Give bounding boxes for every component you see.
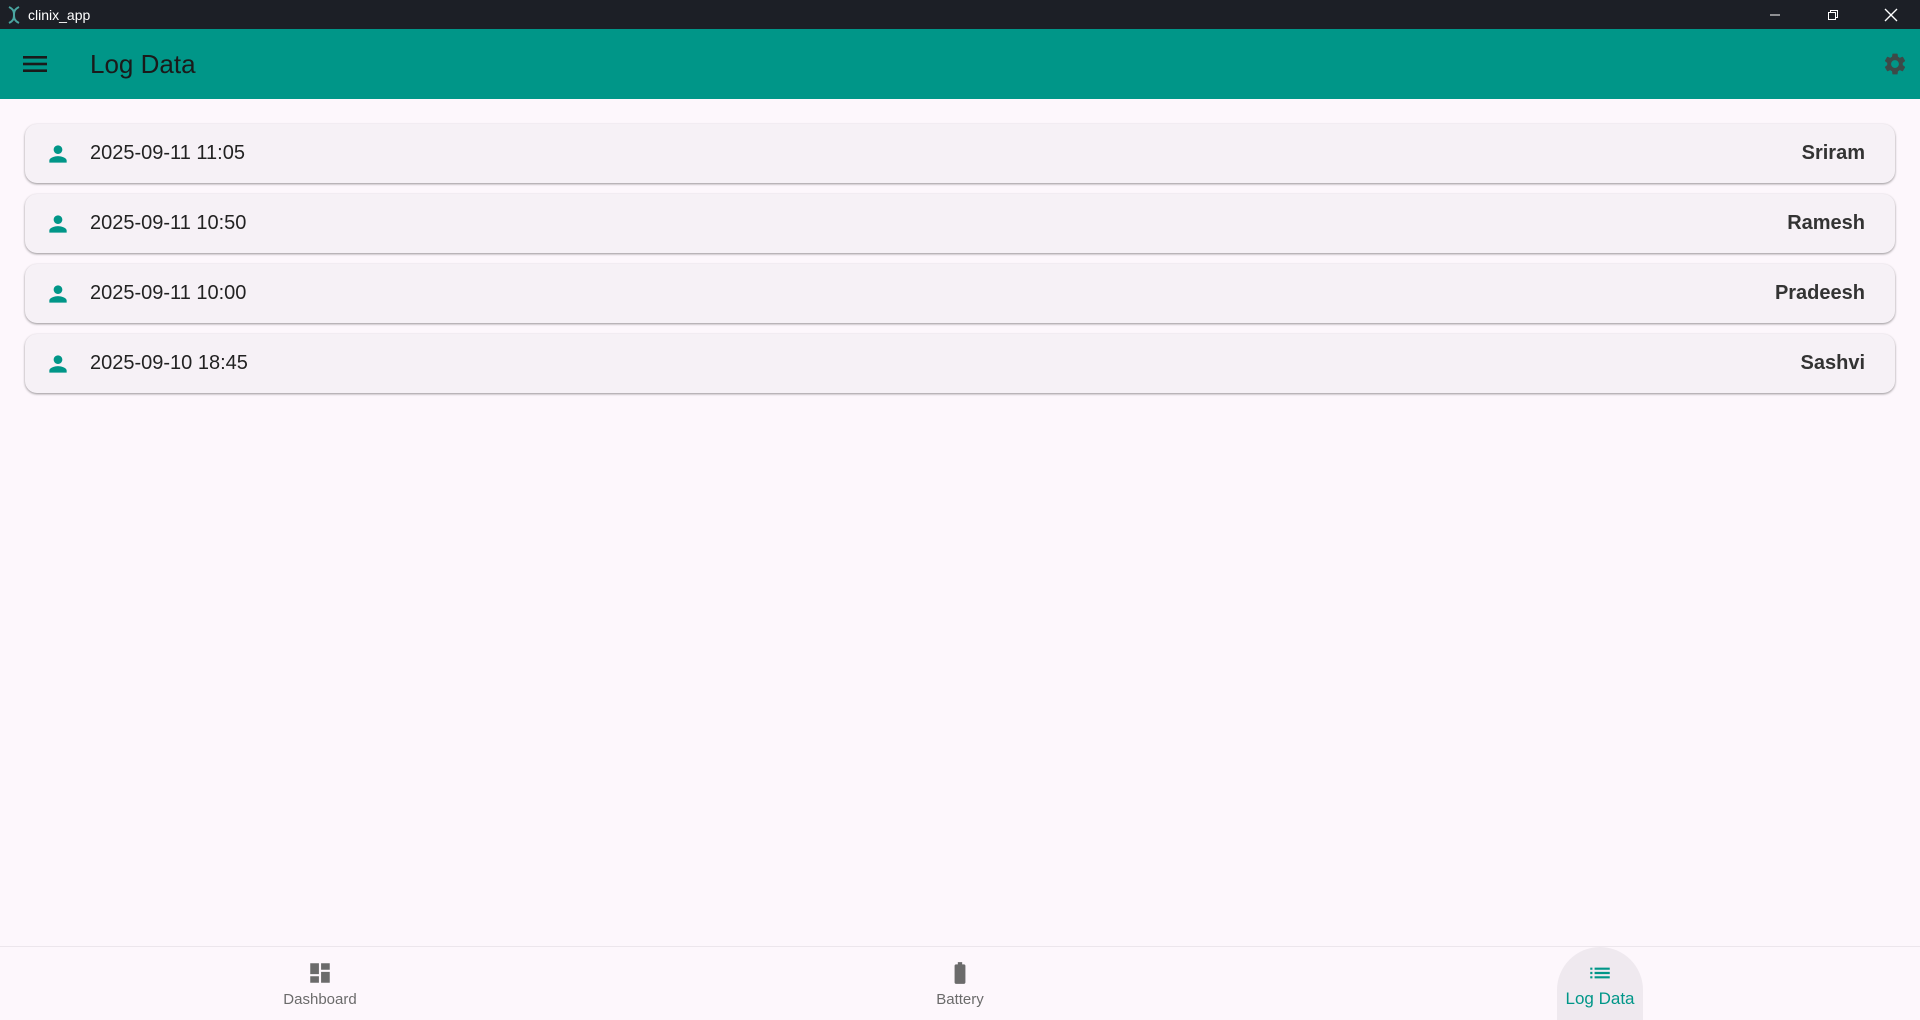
person-icon	[49, 355, 67, 373]
nav-label-battery: Battery	[936, 991, 984, 1008]
gear-icon	[1884, 53, 1906, 75]
person-icon	[49, 145, 67, 163]
window-controls	[1746, 0, 1920, 29]
log-user-name: Sashvi	[1800, 352, 1865, 374]
log-entry[interactable]: 2025-09-11 10:50 Ramesh	[25, 194, 1895, 253]
page-title: Log Data	[90, 49, 196, 79]
window-titlebar: clinix_app	[0, 0, 1920, 29]
app-bar: Log Data	[0, 29, 1920, 99]
log-user-name: Sriram	[1801, 142, 1865, 164]
person-icon	[49, 215, 67, 233]
minimize-icon	[1770, 14, 1780, 15]
bottom-navigation: Dashboard Battery Log Data	[0, 946, 1920, 1020]
nav-label-log-data: Log Data	[1565, 989, 1635, 1008]
person-icon	[49, 285, 67, 303]
log-entry[interactable]: 2025-09-11 10:00 Pradeesh	[25, 264, 1895, 323]
log-timestamp: 2025-09-10 18:45	[90, 352, 248, 374]
window-title: clinix_app	[28, 6, 91, 23]
restore-icon	[1828, 9, 1838, 20]
hamburger-menu-icon	[23, 56, 47, 72]
restore-button[interactable]	[1804, 0, 1862, 29]
nav-item-dashboard[interactable]: Dashboard	[220, 947, 420, 1020]
log-timestamp: 2025-09-11 10:50	[90, 212, 247, 234]
log-timestamp: 2025-09-11 10:00	[90, 282, 247, 304]
close-icon	[1884, 8, 1898, 21]
log-list: 2025-09-11 11:05 Sriram 2025-09-11 10:50…	[25, 124, 1895, 404]
app-window: clinix_app Log Data 2025-09-11 11:05 Sri…	[0, 0, 1920, 1020]
log-entry[interactable]: 2025-09-10 18:45 Sashvi	[25, 334, 1895, 393]
log-entry[interactable]: 2025-09-11 11:05 Sriram	[25, 124, 1895, 183]
log-user-name: Ramesh	[1787, 212, 1865, 234]
close-button[interactable]	[1862, 0, 1920, 29]
nav-label-dashboard: Dashboard	[283, 991, 357, 1008]
dashboard-icon	[306, 959, 334, 987]
settings-button[interactable]	[1874, 43, 1916, 85]
minimize-button[interactable]	[1746, 0, 1804, 29]
battery-icon	[946, 959, 974, 987]
log-user-name: Pradeesh	[1774, 282, 1865, 304]
nav-item-battery[interactable]: Battery	[860, 947, 1060, 1020]
list-icon	[1586, 959, 1614, 987]
helix-icon	[0, 0, 28, 29]
log-timestamp: 2025-09-11 11:05	[90, 142, 245, 164]
menu-button[interactable]	[14, 43, 56, 85]
nav-item-log-data[interactable]: Log Data	[1500, 947, 1700, 1020]
